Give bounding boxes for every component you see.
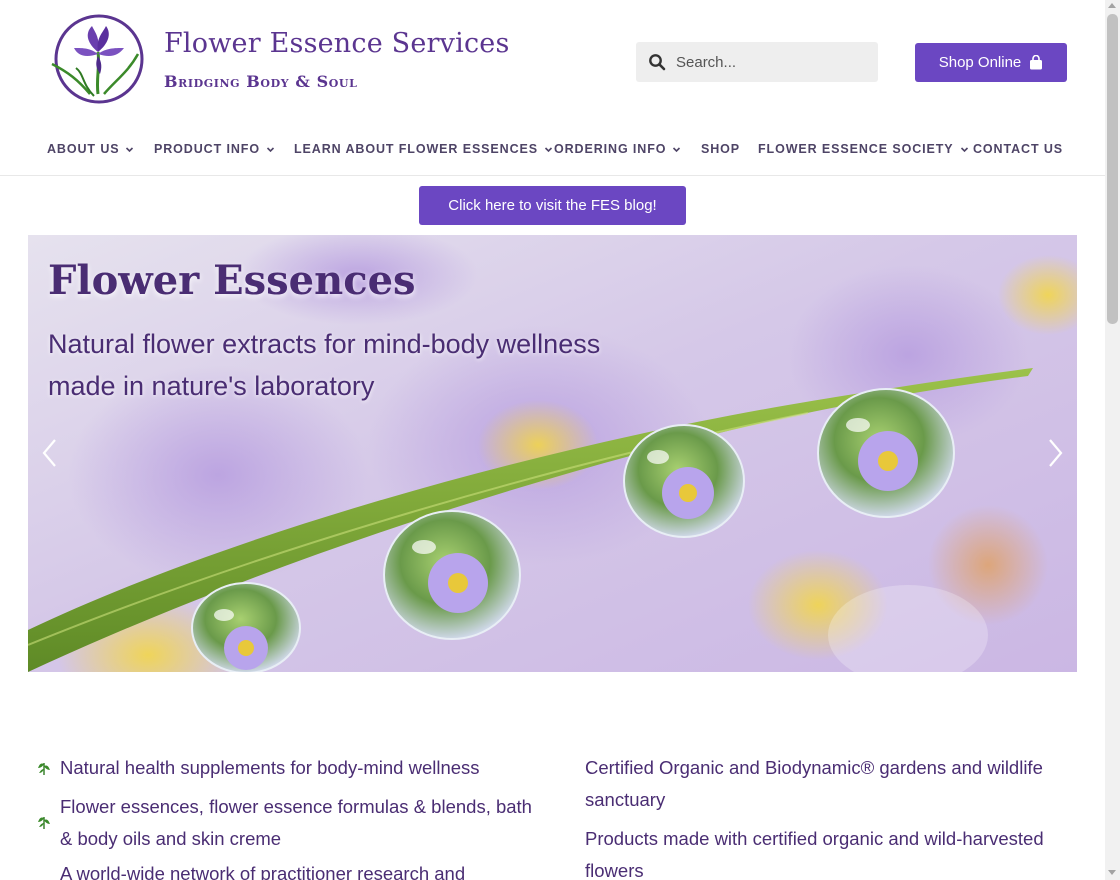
feature-item: Natural health supplements for body-mind… — [60, 757, 480, 778]
shop-online-button[interactable]: Shop Online — [915, 43, 1067, 82]
nav-item-contact-us[interactable]: CONTACT US — [973, 142, 1063, 156]
nav-divider — [0, 175, 1105, 176]
nav-item-label: SHOP — [701, 142, 741, 156]
feature-item: Certified Organic and Biodynamic® garden… — [585, 757, 1043, 810]
shop-online-label: Shop Online — [938, 54, 1022, 71]
chevron-down-icon — [960, 146, 968, 152]
nav-item-label: LEARN ABOUT FLOWER ESSENCES — [294, 142, 538, 156]
hero-title: Flower Essences — [48, 257, 416, 304]
nav-item-label: FLOWER ESSENCE SOCIETY — [758, 142, 954, 156]
nav-item-learn-about-flower-essences[interactable]: LEARN ABOUT FLOWER ESSENCES — [294, 142, 553, 156]
nav-item-label: ORDERING INFO — [554, 142, 667, 156]
feature-item: Flower essences, flower essence formulas… — [60, 796, 532, 849]
page: Flower Essence Services Bridging Body & … — [0, 0, 1105, 880]
scrollbar-thumb[interactable] — [1107, 14, 1118, 324]
search-box[interactable] — [636, 42, 878, 82]
leaf-icon — [38, 763, 50, 775]
nav-item-shop[interactable]: SHOP — [701, 142, 740, 156]
leaf-icon — [38, 817, 50, 829]
nav-item-label: CONTACT US — [973, 142, 1064, 156]
chevron-down-icon — [126, 146, 134, 152]
chevron-down-icon — [266, 146, 275, 152]
search-icon[interactable] — [648, 53, 666, 71]
nav-item-label: PRODUCT INFO — [154, 142, 260, 156]
feature-item: A world-wide network of practitioner res… — [60, 863, 466, 880]
iris-flower-logo[interactable] — [38, 14, 146, 104]
chevron-down-icon — [673, 146, 681, 152]
scroll-up-arrow[interactable] — [1108, 3, 1116, 8]
chevron-down-icon — [544, 146, 553, 152]
nav-item-flower-essence-society[interactable]: FLOWER ESSENCE SOCIETY — [758, 142, 969, 156]
feature-item: Products made with certified organic and… — [585, 828, 1044, 880]
brand-title[interactable]: Flower Essence Services — [164, 28, 510, 59]
nav-item-about-us[interactable]: ABOUT US — [47, 142, 134, 156]
hero-subtitle: Natural flower extracts for mind-body we… — [48, 329, 601, 401]
scroll-down-arrow[interactable] — [1108, 870, 1116, 875]
main-nav: ABOUT US PRODUCT INFO LEARN ABOUT FLOWER… — [0, 130, 1105, 170]
chevron-right-icon[interactable] — [1045, 437, 1065, 469]
hero-slider: Flower Essences Natural flower extracts … — [28, 235, 1077, 672]
fes-blog-button[interactable]: Click here to visit the FES blog! — [419, 186, 686, 225]
shopping-bag-icon — [1030, 55, 1043, 70]
chevron-left-icon[interactable] — [40, 437, 60, 469]
nav-item-label: ABOUT US — [47, 142, 120, 156]
nav-item-ordering-info[interactable]: ORDERING INFO — [554, 142, 681, 156]
nav-item-product-info[interactable]: PRODUCT INFO — [154, 142, 275, 156]
brand-tagline: Bridging Body & Soul — [164, 72, 358, 91]
search-input[interactable] — [676, 42, 872, 82]
